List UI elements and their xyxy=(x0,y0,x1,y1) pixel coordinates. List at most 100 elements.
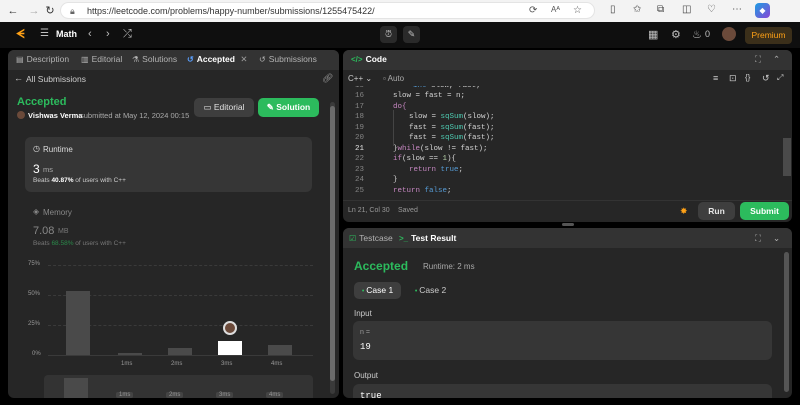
case-2-tab[interactable]: • Case 2 xyxy=(407,282,454,299)
address-bar[interactable]: 🔒︎ https://leetcode.com/problems/happy-n… xyxy=(60,2,595,19)
read-aloud-icon[interactable]: Aᴬ xyxy=(551,5,560,14)
layout-icon[interactable]: ▦ xyxy=(648,28,658,41)
input-box[interactable]: n = 19 xyxy=(353,321,772,360)
settings-gear-icon[interactable]: ⚙ xyxy=(671,28,681,41)
collapse-icon[interactable]: ⌃ xyxy=(773,54,780,65)
tab-testcase[interactable]: ☑ Testcase xyxy=(349,233,393,243)
history-icon: ↺ xyxy=(187,55,194,64)
scrollbar-track[interactable] xyxy=(330,102,335,394)
runtime-card[interactable]: ◷ Runtime 3 ms Beats 40.87% of users wit… xyxy=(25,137,312,192)
distribution-bar[interactable] xyxy=(66,291,90,355)
scrollbar-thumb[interactable] xyxy=(330,106,335,381)
browser-toolbar: ← → ↻ 🔒︎ https://leetcode.com/problems/h… xyxy=(0,0,800,22)
language-select[interactable]: C++ ⌄ xyxy=(348,74,372,83)
tab-actions-icon[interactable]: ◫ xyxy=(682,4,691,15)
leetcode-navbar: ᗕ ☰ Math ‹ › ⤮ ⏰︎ ✎ ▦ ⚙ ♨ 0 Premium xyxy=(0,22,800,48)
next-problem-icon[interactable]: › xyxy=(106,28,110,40)
tab-code[interactable]: </> Code xyxy=(351,54,387,64)
solution-button[interactable]: ✎ Solution xyxy=(258,98,319,117)
more-menu-icon[interactable]: ⋯ xyxy=(732,4,742,15)
clock-icon: ◷ xyxy=(33,144,40,153)
premium-button[interactable]: Premium xyxy=(745,27,792,44)
maximize-icon[interactable]: ⛶ xyxy=(755,54,761,65)
auto-mode[interactable]: ▫ Auto xyxy=(383,74,404,83)
submit-button[interactable]: Submit xyxy=(740,202,789,220)
editor-scrollbar-thumb[interactable] xyxy=(783,138,791,176)
braces-icon[interactable]: {} xyxy=(745,73,750,82)
problem-list-title[interactable]: Math xyxy=(56,29,77,39)
test-status: Accepted xyxy=(354,259,409,273)
collections-icon[interactable]: ⧉ xyxy=(657,4,664,15)
y-tick: 0% xyxy=(32,351,41,357)
format-icon[interactable]: ≡ xyxy=(713,73,718,83)
maximize-icon[interactable]: ⛶ xyxy=(755,233,761,244)
bookmark-icon[interactable]: ⊡ xyxy=(729,73,737,84)
terminal-icon: >_ xyxy=(399,234,409,243)
browser-essentials-icon[interactable]: ♡ xyxy=(707,4,716,15)
output-box[interactable]: true xyxy=(353,384,772,398)
timer-icon[interactable]: ⏰︎ xyxy=(380,26,397,43)
all-submissions-link[interactable]: All Submissions xyxy=(26,74,86,84)
streak-fire-icon[interactable]: ♨ xyxy=(692,28,702,41)
memory-label[interactable]: Memory xyxy=(43,208,72,217)
mini-x-tick: 2ms xyxy=(166,392,184,398)
prev-problem-icon[interactable]: ‹ xyxy=(88,28,92,40)
list-icon[interactable]: ☰ xyxy=(40,28,49,39)
distribution-bar[interactable] xyxy=(268,345,292,355)
back-arrow-icon[interactable]: ← xyxy=(5,3,21,19)
test-runtime: Runtime: 2 ms xyxy=(423,262,475,271)
distribution-bar[interactable] xyxy=(168,347,192,355)
tab-editorial[interactable]: ▥ Editorial xyxy=(81,54,122,64)
distribution-bar[interactable] xyxy=(218,340,242,355)
code-area[interactable]: 15 int slow, fast; 16 slow = fast = n; 17 d… xyxy=(343,86,783,198)
back-arrow-icon[interactable]: ← xyxy=(14,73,23,83)
code-line: 23 return true; xyxy=(354,165,464,174)
saved-status: Saved xyxy=(398,207,418,214)
debug-icon[interactable]: ✸ xyxy=(680,206,688,217)
extension-icon[interactable]: ⟳ xyxy=(529,5,537,16)
tab-solutions[interactable]: ⚗ Solutions xyxy=(132,54,177,64)
tab-submissions[interactable]: ↺ Submissions xyxy=(259,54,317,64)
output-label: Output xyxy=(354,371,379,380)
share-link-icon[interactable]: 🔗︎ xyxy=(322,73,333,84)
y-tick: 75% xyxy=(28,261,41,267)
output-value: true xyxy=(360,391,382,398)
copilot-icon[interactable]: ◆ xyxy=(755,3,770,18)
reset-icon[interactable]: ↺ xyxy=(762,73,770,84)
split-screen-icon[interactable]: ▯ xyxy=(610,4,616,15)
leetcode-logo-icon[interactable]: ᗕ xyxy=(16,27,25,42)
editorial-button[interactable]: ▭ Editorial xyxy=(194,98,254,117)
avatar[interactable] xyxy=(722,27,736,41)
input-label: Input xyxy=(354,309,372,318)
fullscreen-icon[interactable]: ⤢ xyxy=(777,73,783,83)
chevron-down-icon: ⌄ xyxy=(365,74,373,83)
tab-description[interactable]: ▤ Description xyxy=(16,54,69,64)
distribution-bar[interactable] xyxy=(118,352,142,355)
case-1-tab[interactable]: • Case 1 xyxy=(354,282,401,299)
streak-count: 0 xyxy=(705,29,711,39)
code-line: 18 slow = sqSum(slow); xyxy=(354,113,495,121)
chart-brush[interactable]: 1ms 2ms 3ms 4ms xyxy=(44,375,313,398)
memory-unit: MB xyxy=(58,228,69,235)
forward-arrow-icon[interactable]: → xyxy=(26,3,42,19)
memory-icon: ◈ xyxy=(33,207,40,216)
history-icon: ↺ xyxy=(259,55,266,64)
shuffle-icon[interactable]: ⤮ xyxy=(123,28,132,41)
scrollbar-thumb[interactable] xyxy=(784,252,789,392)
notes-icon[interactable]: ✎ xyxy=(403,26,420,43)
panel-resize-handle[interactable] xyxy=(562,223,574,226)
code-line: 19 fast = sqSum(fast); xyxy=(354,123,495,132)
refresh-icon[interactable]: ↻ xyxy=(42,3,58,19)
tab-test-result[interactable]: >_ Test Result xyxy=(399,233,456,243)
author-name[interactable]: Vishwas Verma xyxy=(28,111,82,120)
favorite-star-icon[interactable]: ☆ xyxy=(573,5,582,16)
run-button[interactable]: Run xyxy=(698,202,735,220)
x-tick: 3ms xyxy=(221,361,233,367)
input-var: n = xyxy=(360,329,370,336)
close-tab-icon[interactable]: ✕ xyxy=(240,54,247,64)
tab-accepted[interactable]: ↺ Accepted ✕ xyxy=(187,54,247,65)
x-tick: 4ms xyxy=(271,361,283,367)
favorites-icon[interactable]: ✩ xyxy=(633,4,641,15)
submission-status: Accepted xyxy=(17,96,67,108)
collapse-icon[interactable]: ⌄ xyxy=(773,233,780,244)
